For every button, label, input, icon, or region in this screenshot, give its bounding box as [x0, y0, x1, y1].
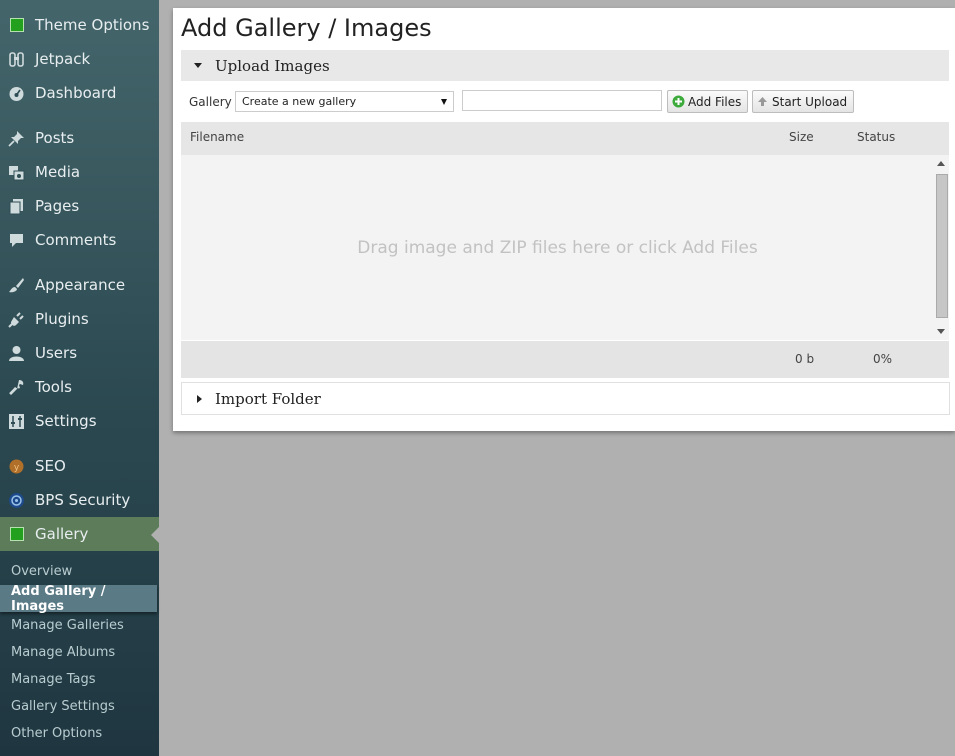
menu-item-settings[interactable]: Settings: [0, 404, 159, 438]
total-size: 0 b: [795, 352, 815, 366]
green-square-icon: [8, 17, 25, 34]
menu-label: Pages: [35, 197, 80, 215]
menu-item-jetpack[interactable]: Jetpack: [0, 42, 159, 76]
settings-sliders-icon: [8, 413, 25, 430]
submenu-gallery-settings[interactable]: Gallery Settings: [0, 693, 159, 720]
upload-arrow-icon: [757, 96, 768, 107]
paintbrush-icon: [8, 277, 25, 294]
section-title: Import Folder: [215, 389, 321, 408]
menu-label: Posts: [35, 129, 75, 147]
menu-label: Media: [35, 163, 81, 181]
gallery-select[interactable]: Create a new gallery: [235, 91, 454, 112]
menu-item-comments[interactable]: Comments: [0, 223, 159, 257]
plug-icon: [8, 311, 25, 328]
menu-item-tools[interactable]: Tools: [0, 370, 159, 404]
svg-text:y: y: [14, 463, 20, 473]
add-files-label: Add Files: [688, 94, 742, 109]
dashboard-icon: [8, 85, 25, 102]
user-icon: [8, 345, 25, 362]
menu-label: Appearance: [35, 276, 126, 294]
upload-images-toggle[interactable]: Upload Images: [181, 50, 949, 81]
gallery-select-value: Create a new gallery: [242, 95, 357, 108]
admin-sidebar: Theme Options Jetpack Dashboard Posts Me…: [0, 0, 159, 756]
menu-item-bps-security[interactable]: BPS Security: [0, 483, 159, 517]
start-upload-button[interactable]: Start Upload: [752, 90, 855, 113]
dropdown-arrow-icon: [441, 99, 447, 105]
menu-item-pages[interactable]: Pages: [0, 189, 159, 223]
menu-item-appearance[interactable]: Appearance: [0, 268, 159, 302]
menu-label: Comments: [35, 231, 117, 249]
menu-label: Gallery: [35, 525, 89, 543]
menu-item-gallery[interactable]: Gallery: [0, 517, 159, 551]
media-icon: [8, 164, 25, 181]
add-gallery-panel: Add Gallery / Images Upload Images Galle…: [173, 8, 955, 431]
menu-label: SEO: [35, 457, 66, 475]
menu-label: Settings: [35, 412, 97, 430]
file-drop-zone[interactable]: Drag image and ZIP files here or click A…: [181, 155, 934, 340]
pushpin-icon: [8, 130, 25, 147]
caret-right-icon: [197, 394, 202, 403]
upload-table-footer: 0 b 0%: [181, 341, 949, 378]
jetpack-icon: [8, 51, 25, 68]
menu-label: Jetpack: [35, 50, 91, 68]
add-files-button[interactable]: Add Files: [667, 90, 749, 113]
section-title: Upload Images: [215, 56, 330, 75]
scroll-down-icon[interactable]: [937, 329, 945, 334]
filename-column-header: Filename: [190, 130, 245, 144]
menu-item-theme-options[interactable]: Theme Options: [0, 8, 159, 42]
menu-item-posts[interactable]: Posts: [0, 121, 159, 155]
menu-label: Plugins: [35, 310, 89, 328]
caret-down-icon: [194, 63, 202, 68]
menu-item-users[interactable]: Users: [0, 336, 159, 370]
upload-table-header: Filename Size Status: [181, 122, 949, 155]
page-title: Add Gallery / Images: [181, 14, 432, 42]
gallery-label: Gallery: [189, 95, 232, 109]
import-folder-toggle[interactable]: Import Folder: [181, 382, 950, 415]
scroll-thumb[interactable]: [936, 174, 948, 318]
menu-item-media[interactable]: Media: [0, 155, 159, 189]
submenu-manage-tags[interactable]: Manage Tags: [0, 666, 159, 693]
size-column-header: Size: [789, 130, 814, 144]
pages-icon: [8, 198, 25, 215]
menu-item-plugins[interactable]: Plugins: [0, 302, 159, 336]
file-list-scrollbar[interactable]: [934, 155, 949, 340]
seo-icon: y: [8, 458, 25, 475]
menu-label: BPS Security: [35, 491, 131, 509]
total-percent: 0%: [873, 352, 893, 366]
submenu-manage-albums[interactable]: Manage Albums: [0, 639, 159, 666]
security-shield-icon: [8, 492, 25, 509]
submenu-other-options[interactable]: Other Options: [0, 720, 159, 747]
scroll-up-icon[interactable]: [937, 161, 945, 166]
menu-label: Tools: [35, 378, 72, 396]
comment-icon: [8, 232, 25, 249]
submenu-manage-galleries[interactable]: Manage Galleries: [0, 612, 159, 639]
menu-item-dashboard[interactable]: Dashboard: [0, 76, 159, 110]
add-circle-icon: [672, 95, 685, 108]
menu-label: Users: [35, 344, 78, 362]
status-column-header: Status: [857, 130, 896, 144]
menu-item-seo[interactable]: y SEO: [0, 449, 159, 483]
menu-label: Theme Options: [35, 16, 150, 34]
submenu-add-gallery-images[interactable]: Add Gallery / Images: [0, 584, 157, 614]
wrench-icon: [8, 379, 25, 396]
gallery-name-input[interactable]: [462, 90, 662, 111]
menu-label: Dashboard: [35, 84, 117, 102]
submenu-overview[interactable]: Overview: [0, 558, 159, 585]
green-square-icon: [8, 526, 25, 543]
start-upload-label: Start Upload: [772, 94, 848, 109]
